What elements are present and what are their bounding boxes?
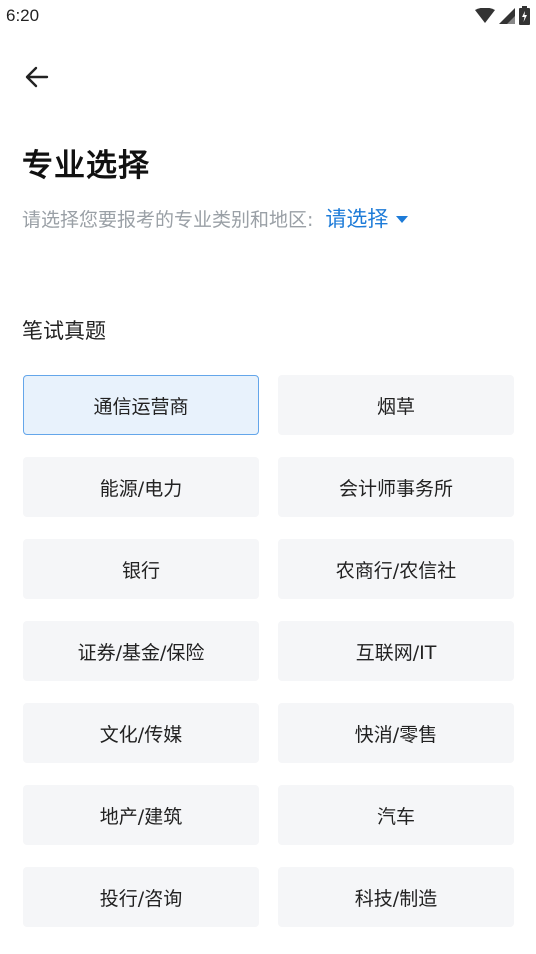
category-label: 科技/制造 <box>354 887 438 910</box>
category-label: 地产/建筑 <box>99 805 183 828</box>
status-time: 6:20 <box>6 6 40 25</box>
category-label: 汽车 <box>376 805 415 828</box>
category-item[interactable]: 快消/零售 <box>278 703 514 763</box>
category-item[interactable]: 农商行/农信社 <box>278 539 514 599</box>
cell-signal-icon <box>499 7 515 28</box>
category-item[interactable]: 通信运营商 <box>23 375 259 435</box>
subtitle-row: 请选择您要报考的专业类别和地区: 请选择 <box>22 203 409 233</box>
category-label: 银行 <box>121 559 160 582</box>
category-item[interactable]: 证券/基金/保险 <box>23 621 259 681</box>
category-label: 会计师事务所 <box>338 477 453 500</box>
category-grid: 通信运营商 烟草能源/电力 会计师事务所银行 农商行/农信社证券/基金/保险 互联网/I… <box>23 375 514 927</box>
section-title: 笔试真题 <box>22 319 106 343</box>
region-select[interactable]: 请选择 <box>325 203 409 233</box>
category-label: 通信运营商 <box>93 395 189 418</box>
category-item[interactable]: 文化/传媒 <box>23 703 259 763</box>
category-item[interactable]: 地产/建筑 <box>23 785 259 845</box>
category-label: 农商行/农信社 <box>335 559 457 582</box>
category-label: 投行/咨询 <box>99 887 183 910</box>
arrow-left-icon <box>25 66 49 92</box>
caret-down-icon <box>396 209 409 228</box>
back-button[interactable] <box>20 62 54 96</box>
category-label: 烟草 <box>376 395 415 418</box>
category-item[interactable]: 烟草 <box>278 375 514 435</box>
region-select-label: 请选择 <box>325 207 389 231</box>
category-item[interactable]: 会计师事务所 <box>278 457 514 517</box>
category-item[interactable]: 投行/咨询 <box>23 867 259 927</box>
wifi-icon <box>475 7 495 28</box>
category-label: 能源/电力 <box>99 477 183 500</box>
battery-icon <box>519 6 530 29</box>
category-item[interactable]: 互联网/IT <box>278 621 514 681</box>
status-icons <box>475 6 530 29</box>
category-item[interactable]: 能源/电力 <box>23 457 259 517</box>
category-item[interactable]: 科技/制造 <box>278 867 514 927</box>
page-title: 专业选择 <box>22 148 150 184</box>
category-item[interactable]: 银行 <box>23 539 259 599</box>
category-label: 快消/零售 <box>354 723 438 746</box>
category-item[interactable]: 汽车 <box>278 785 514 845</box>
category-label: 文化/传媒 <box>99 723 183 746</box>
subtitle-text: 请选择您要报考的专业类别和地区: <box>22 208 314 231</box>
category-label: 互联网/IT <box>355 641 437 664</box>
category-label: 证券/基金/保险 <box>77 641 205 664</box>
status-bar: 6:20 <box>0 0 536 36</box>
